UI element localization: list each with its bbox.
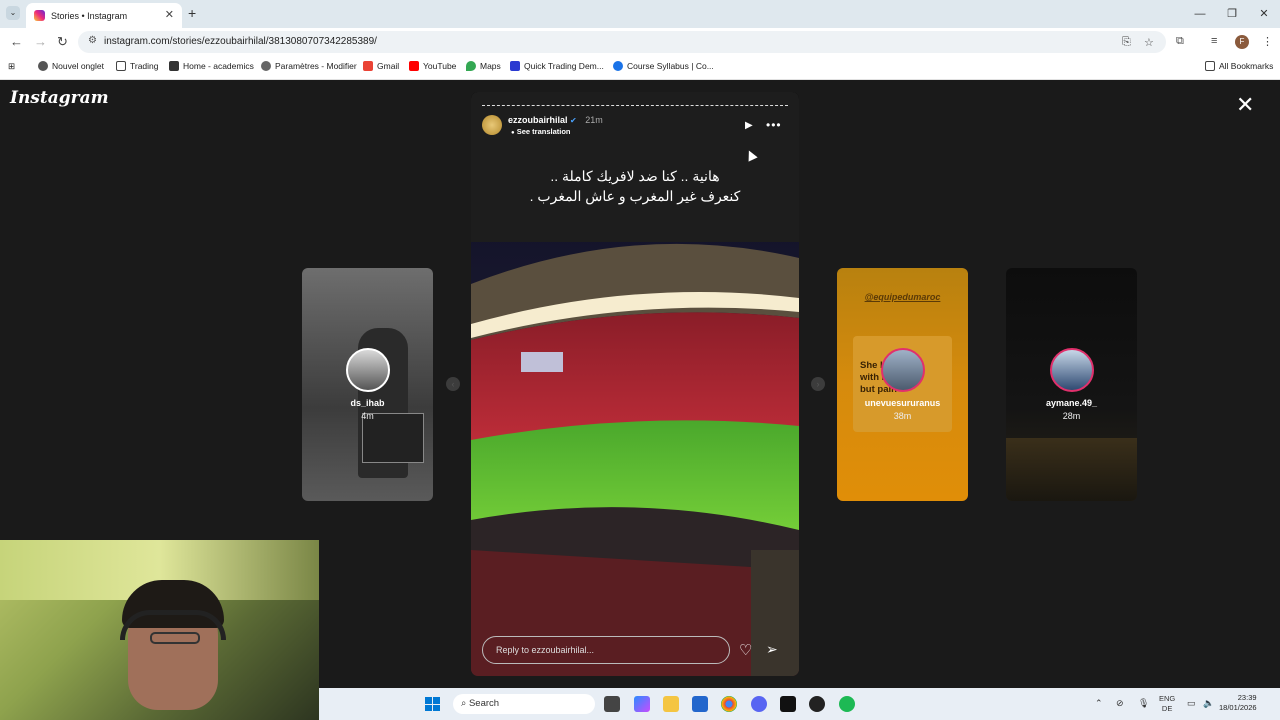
reply-input[interactable]: Reply to ezzoubairhilal... xyxy=(482,636,730,664)
send-icon[interactable]: ➢ xyxy=(766,641,778,658)
bookmark-maps[interactable]: Maps xyxy=(466,61,501,71)
network-icon[interactable]: ▭ xyxy=(1187,698,1196,709)
url-text: instagram.com/stories/ezzoubairhilal/381… xyxy=(104,36,377,47)
side-story-time: 38m xyxy=(893,411,912,421)
bookmark-trading[interactable]: Trading xyxy=(116,61,159,71)
avatar xyxy=(346,348,390,392)
browser-toolbar: ← → ↻ ⚙ instagram.com/stories/ezzoubairh… xyxy=(0,28,1280,56)
new-tab-button[interactable]: + xyxy=(188,5,196,21)
side-story-ds-ihab[interactable]: ds_ihab 4m xyxy=(302,268,433,501)
capcut-icon[interactable] xyxy=(780,696,796,712)
story-avatar[interactable] xyxy=(482,115,502,135)
volume-icon[interactable]: 🔈 xyxy=(1203,698,1214,709)
play-icon[interactable]: ▶ xyxy=(745,120,753,131)
apps-icon[interactable]: ⊞ xyxy=(8,61,15,72)
cast-icon[interactable]: ⎘ xyxy=(1122,36,1131,49)
all-bookmarks[interactable]: All Bookmarks xyxy=(1205,61,1273,71)
back-button[interactable]: ← xyxy=(10,34,23,49)
tab-title: Stories • Instagram xyxy=(51,10,128,21)
language-indicator[interactable]: ENG DE xyxy=(1159,694,1175,714)
site-info-icon[interactable]: ⚙ xyxy=(88,35,97,46)
more-options-icon[interactable]: ••• xyxy=(766,118,782,132)
chrome-icon[interactable] xyxy=(721,696,737,712)
address-bar[interactable]: ⚙ instagram.com/stories/ezzoubairhilal/3… xyxy=(78,31,1166,53)
main-story[interactable]: ezzoubairhilal ✔ 21m ● See translation ▶… xyxy=(471,92,799,676)
tab-search-button[interactable]: ⌄ xyxy=(6,6,20,20)
taskbar-search[interactable]: ⌕ Search xyxy=(453,694,595,714)
task-view-icon[interactable] xyxy=(604,696,620,712)
side-story-name: aymane.49_ xyxy=(1045,398,1098,408)
globe-icon: ● xyxy=(511,130,515,136)
glasses xyxy=(150,632,200,644)
previous-story-button[interactable]: ‹ xyxy=(446,377,460,391)
windows-start-icon[interactable] xyxy=(425,697,440,711)
bookmark-home-academics[interactable]: Home - academics xyxy=(169,61,254,71)
side-story-name: unevuesururanus xyxy=(864,398,941,408)
caption-line-1: هانية .. كنا ضد لافريك كاملة .. xyxy=(550,168,720,184)
close-window-button[interactable]: ✕ xyxy=(1248,0,1280,28)
windows-taskbar: ⌕ Search ⌃ ⊘ 🎙 ENG DE ▭ 🔈 23:39 18/01/20… xyxy=(319,688,1280,720)
story-header: ezzoubairhilal ✔ 21m xyxy=(508,115,603,125)
webcam-overlay xyxy=(0,540,319,720)
forward-button[interactable]: → xyxy=(34,34,47,49)
like-heart-icon[interactable]: ♡ xyxy=(739,641,752,659)
discord-icon[interactable] xyxy=(751,696,767,712)
system-clock[interactable]: 23:39 18/01/2026 xyxy=(1219,693,1257,713)
close-stories-button[interactable]: ✕ xyxy=(1236,94,1254,116)
bookmark-gmail[interactable]: Gmail xyxy=(363,61,399,71)
verified-icon: ✔ xyxy=(570,116,577,125)
store-icon[interactable] xyxy=(692,696,708,712)
bookmark-youtube[interactable]: YouTube xyxy=(409,61,456,71)
profile-avatar[interactable]: F xyxy=(1235,35,1249,49)
story-time: 21m xyxy=(585,115,603,125)
avatar xyxy=(881,348,925,392)
side-story-name: ds_ihab xyxy=(350,398,385,408)
next-story-button[interactable]: › xyxy=(811,377,825,391)
side-story-aymane[interactable]: aymane.49_ 28m xyxy=(1006,268,1137,501)
window-controls: — ❐ ✕ xyxy=(1184,0,1280,28)
tray-app-icon[interactable]: ⊘ xyxy=(1116,698,1124,709)
story-caption-area: ezzoubairhilal ✔ 21m ● See translation ▶… xyxy=(471,92,799,242)
tab-close-icon[interactable]: ✕ xyxy=(165,8,174,21)
reload-button[interactable]: ↻ xyxy=(57,34,68,50)
story-username[interactable]: ezzoubairhilal xyxy=(508,115,568,125)
search-icon: ⌕ xyxy=(461,698,467,709)
media-icon[interactable]: ≡ xyxy=(1211,35,1217,47)
tray-chevron-icon[interactable]: ⌃ xyxy=(1095,698,1103,709)
night-road xyxy=(1006,438,1137,501)
story-mention: @equipedumaroc xyxy=(864,292,941,302)
instagram-logo[interactable]: Instagram xyxy=(10,88,109,108)
spotify-icon[interactable] xyxy=(839,696,855,712)
story-progress-bar xyxy=(482,105,788,107)
file-explorer-icon[interactable] xyxy=(663,696,679,712)
bookmark-star-icon[interactable]: ☆ xyxy=(1144,36,1154,49)
copilot-icon[interactable] xyxy=(634,696,650,712)
bookmark-course-syllabus[interactable]: Course Syllabus | Co... xyxy=(613,61,714,71)
obs-icon[interactable] xyxy=(809,696,825,712)
menu-icon[interactable]: ⋮ xyxy=(1262,35,1273,48)
microphone-icon[interactable]: 🎙 xyxy=(1138,698,1149,709)
story-caption: هانية .. كنا ضد لافريك كاملة .. كنعرف غي… xyxy=(489,166,781,206)
avatar xyxy=(1050,348,1094,392)
bookmark-nouvel-onglet[interactable]: Nouvel onglet xyxy=(38,61,104,71)
side-story-unevuesururanus[interactable]: @equipedumaroc She heard with nothin' bu… xyxy=(837,268,968,501)
bookmarks-bar: ⊞ Nouvel onglet Trading Home - academics… xyxy=(0,56,1280,80)
tab-strip: ⌄ Stories • Instagram ✕ + — ❐ ✕ xyxy=(0,0,1280,28)
stadium-photo xyxy=(471,230,799,676)
tab-stories-instagram[interactable]: Stories • Instagram ✕ xyxy=(26,3,182,28)
bookmark-parametres[interactable]: Paramètres - Modifier xyxy=(261,61,357,71)
caption-line-2: كنعرف غير المغرب و عاش المغرب . xyxy=(529,188,741,204)
restore-button[interactable]: ❐ xyxy=(1216,0,1248,28)
instagram-favicon-icon xyxy=(34,10,45,21)
extensions-icon[interactable]: ⧉ xyxy=(1176,35,1184,48)
side-story-time: 28m xyxy=(1062,411,1081,421)
bookmark-quick-trading[interactable]: Quick Trading Dem... xyxy=(510,61,604,71)
see-translation-link[interactable]: ● See translation xyxy=(511,127,571,136)
side-story-time: 4m xyxy=(361,411,374,421)
minimize-button[interactable]: — xyxy=(1184,0,1216,28)
